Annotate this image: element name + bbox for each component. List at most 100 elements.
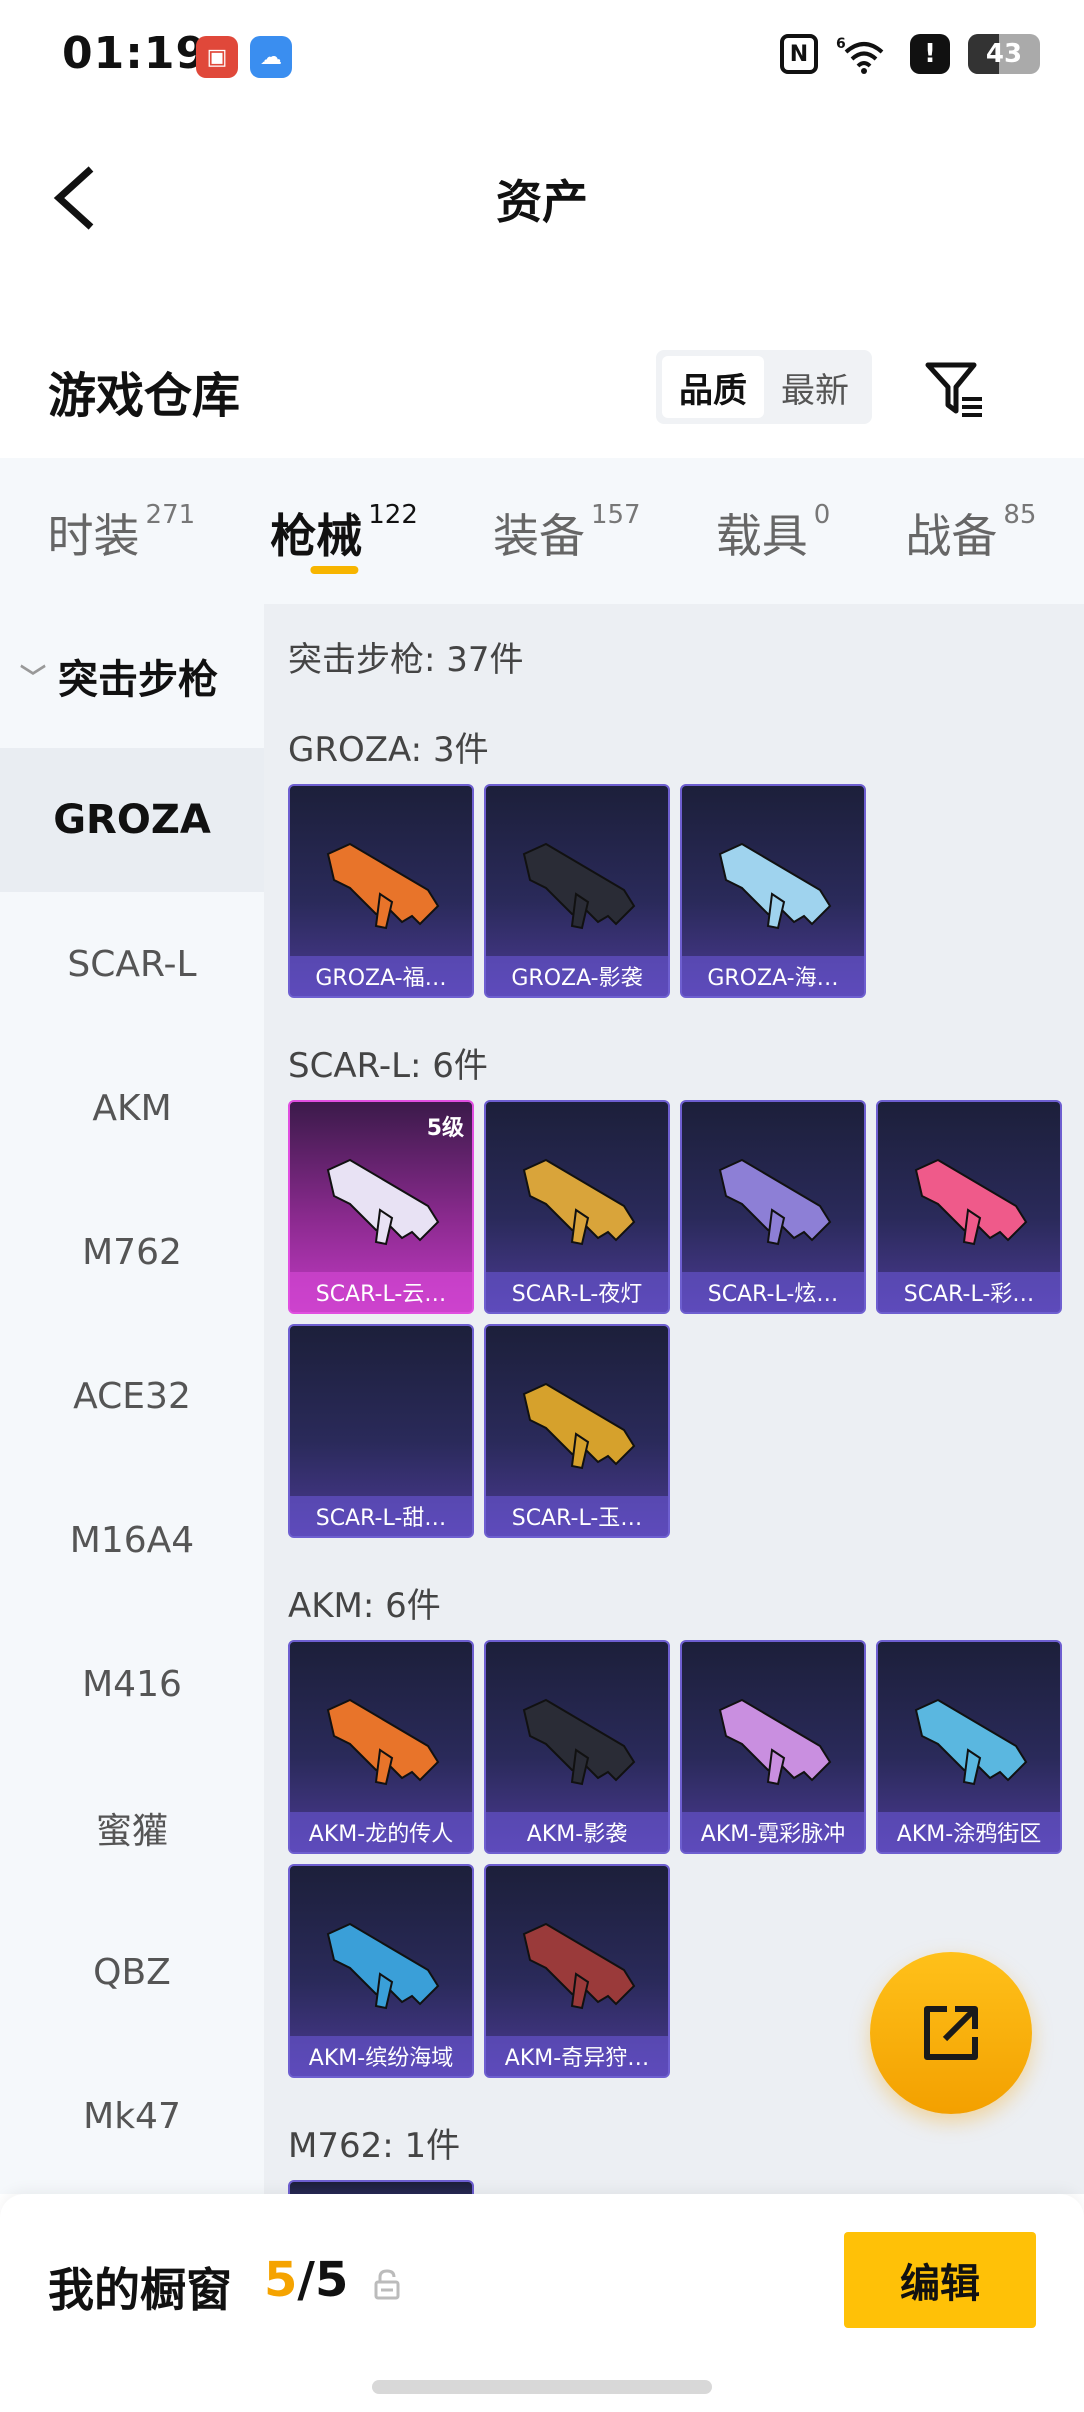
item-card[interactable]: AKM-奇异狩… [484, 1864, 670, 2078]
item-card[interactable]: GROZA-影袭 [484, 784, 670, 998]
page-header: 资产 [0, 130, 1084, 260]
rifle-icon [522, 1922, 636, 2010]
sidebar-item-scar-l[interactable]: SCAR-L [0, 892, 264, 1036]
item-name: AKM-缤纷海域 [290, 2036, 472, 2076]
item-name: SCAR-L-云… [290, 1272, 472, 1312]
sidebar-item-qbz[interactable]: QBZ [0, 1900, 264, 2044]
tab-label: 枪械 [270, 509, 363, 563]
tab-label: 战备 [905, 509, 998, 563]
sort-latest-button[interactable]: 最新 [764, 356, 866, 418]
tab-label: 载具 [715, 509, 808, 563]
sidebar-item-groza[interactable]: GROZA [0, 748, 264, 892]
category-header: 突击步枪: 37件 [288, 640, 524, 680]
showcase-separator: / [297, 2252, 315, 2308]
item-card[interactable]: GROZA-福… [288, 784, 474, 998]
item-name: AKM-龙的传人 [290, 1812, 472, 1852]
sidebar-item-m16a4[interactable]: M16A4 [0, 1468, 264, 1612]
lock-icon [374, 2269, 400, 2300]
item-card[interactable]: SCAR-L-甜… [288, 1324, 474, 1538]
rifle-icon [718, 1698, 832, 1786]
shield-app-icon: ▣ [196, 36, 238, 78]
rifle-icon [914, 1698, 1028, 1786]
showcase-max: 5 [314, 2252, 349, 2308]
showcase-current: 5 [264, 2252, 298, 2308]
showcase-bar: 我的橱窗 5/5 编辑 [0, 2194, 1084, 2412]
item-name: SCAR-L-彩… [878, 1272, 1060, 1312]
home-indicator[interactable] [372, 2380, 712, 2394]
warehouse-title: 游戏仓库 [48, 368, 241, 424]
item-grid [288, 2180, 1084, 2194]
item-card[interactable]: AKM-涂鸦街区 [876, 1640, 1062, 1854]
tab-vehicles[interactable]: 载具 0 [716, 458, 831, 604]
item-card[interactable]: GROZA-海… [680, 784, 866, 998]
item-card[interactable]: AKM-霓彩脉冲 [680, 1640, 866, 1854]
wifi-icon: 6 [836, 34, 892, 74]
sidebar-category-assault-rifles[interactable]: ﹀ 突击步枪 [0, 604, 264, 748]
showcase-count: 5/5 [264, 2252, 348, 2308]
tab-count: 0 [813, 500, 831, 530]
item-name: AKM-涂鸦街区 [878, 1812, 1060, 1852]
battery-level: 43 [985, 39, 1023, 69]
edit-button[interactable]: 编辑 [844, 2232, 1036, 2328]
item-card[interactable]: AKM-龙的传人 [288, 1640, 474, 1854]
item-card[interactable] [288, 2180, 474, 2194]
group-title: AKM: 6件 [288, 1586, 441, 1626]
rifle-icon [326, 1922, 440, 2010]
sidebar-item-ace32[interactable]: ACE32 [0, 1324, 264, 1468]
item-grid: GROZA-福… GROZA-影袭 GROZA-海… [288, 784, 1084, 998]
status-time: 01:19 [62, 28, 208, 79]
sidebar-category-label: 突击步枪 [58, 657, 219, 703]
item-card[interactable]: AKM-影袭 [484, 1640, 670, 1854]
item-card[interactable]: SCAR-L-炫… [680, 1100, 866, 1314]
status-icons: N 6 ! 43 [780, 34, 1040, 74]
page-title: 资产 [496, 175, 588, 229]
level-badge: 5级 [426, 1116, 464, 1141]
item-card[interactable]: SCAR-L-夜灯 [484, 1100, 670, 1314]
tab-weapons[interactable]: 枪械 122 [270, 458, 418, 604]
rifle-icon [718, 842, 832, 930]
filter-icon [925, 362, 982, 417]
tab-label: 时装 [47, 509, 140, 563]
filter-button[interactable] [920, 350, 990, 430]
item-card[interactable]: SCAR-L-彩… [876, 1100, 1062, 1314]
weapon-sidebar: ﹀ 突击步枪 GROZA SCAR-L AKM M762 ACE32 M16A4… [0, 604, 264, 2194]
rifle-icon [522, 1158, 636, 1246]
sidebar-item-m416[interactable]: M416 [0, 1612, 264, 1756]
item-card[interactable]: SCAR-L-玉… [484, 1324, 670, 1538]
rifle-icon [914, 1158, 1028, 1246]
sidebar-item-m762[interactable]: M762 [0, 1180, 264, 1324]
rifle-icon [718, 1158, 832, 1246]
share-fab-button[interactable] [870, 1952, 1032, 2114]
item-grid: 5级 SCAR-L-云… SCAR-L-夜灯 SCAR-L-炫… SCAR-L-彩… SC… [288, 1100, 1084, 1538]
tab-count: 157 [590, 500, 641, 530]
item-card[interactable]: 5级 SCAR-L-云… [288, 1100, 474, 1314]
item-name: AKM-霓彩脉冲 [682, 1812, 864, 1852]
alert-icon: ! [910, 34, 950, 74]
tab-active-indicator [310, 566, 359, 574]
item-name: GROZA-海… [682, 956, 864, 996]
cloud-app-icon: ☁ [250, 36, 292, 78]
sort-toggle: 品质 最新 [656, 350, 872, 424]
sidebar-item-honey-badger[interactable]: 蜜獾 [0, 1756, 264, 1900]
rifle-icon [522, 842, 636, 930]
sort-quality-button[interactable]: 品质 [662, 356, 764, 418]
item-name: AKM-影袭 [486, 1812, 668, 1852]
tab-equipment[interactable]: 装备 157 [493, 458, 641, 604]
tab-fashion[interactable]: 时装 271 [48, 458, 196, 604]
tab-count: 85 [1003, 500, 1037, 530]
rifle-icon [522, 1698, 636, 1786]
sidebar-item-akm[interactable]: AKM [0, 1036, 264, 1180]
status-bar: 01:19 ▣ ☁ N 6 ! 43 [0, 0, 1084, 110]
group-title: M762: 1件 [288, 2126, 461, 2166]
group-title: GROZA: 3件 [288, 730, 489, 770]
tab-label: 装备 [492, 509, 585, 563]
item-name: SCAR-L-玉… [486, 1496, 668, 1536]
group-title: SCAR-L: 6件 [288, 1046, 488, 1086]
tab-count: 122 [368, 500, 418, 530]
item-card[interactable]: AKM-缤纷海域 [288, 1864, 474, 2078]
item-name: SCAR-L-炫… [682, 1272, 864, 1312]
sidebar-item-mk47[interactable]: Mk47 [0, 2044, 264, 2188]
rifle-icon [326, 1698, 440, 1786]
share-icon [924, 2006, 978, 2060]
tab-supplies[interactable]: 战备 85 [905, 458, 1036, 604]
